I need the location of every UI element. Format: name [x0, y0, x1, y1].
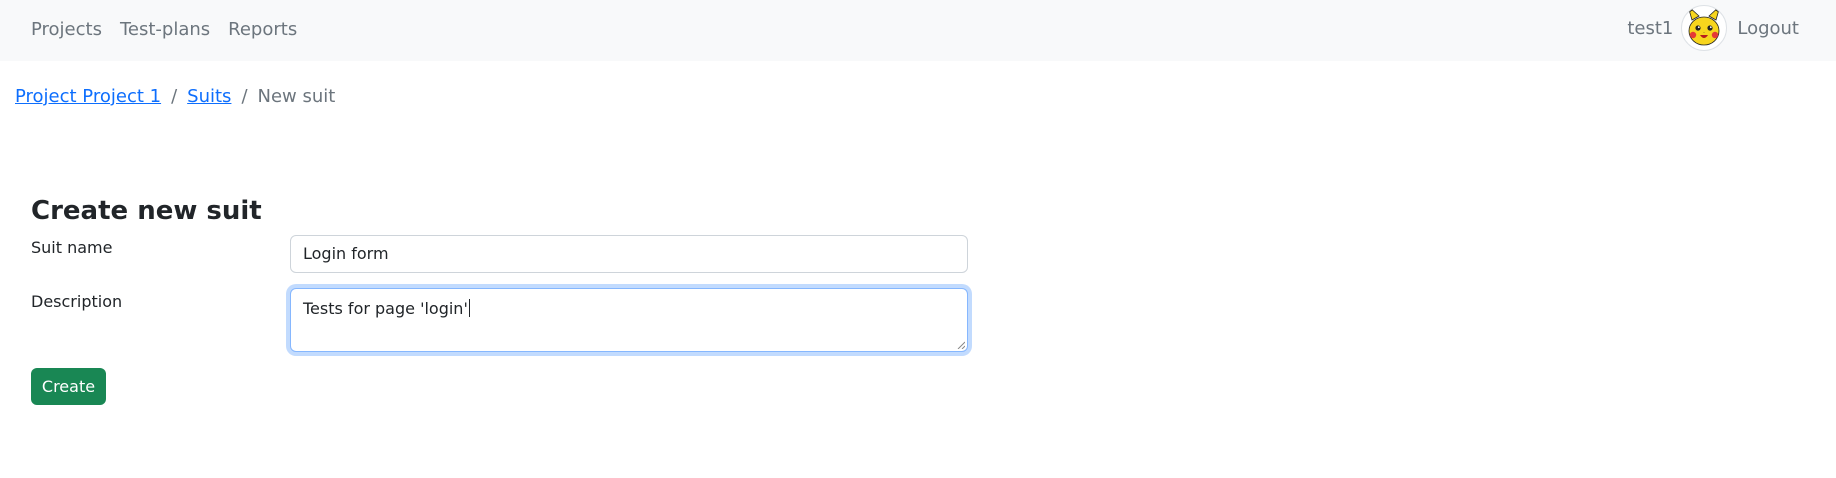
top-navbar: Projects Test-plans Reports test1 Logout: [0, 0, 1836, 61]
nav-link-test-plans[interactable]: Test-plans: [120, 19, 210, 40]
breadcrumb-suits-link[interactable]: Suits: [187, 86, 231, 107]
suit-name-label: Suit name: [31, 238, 113, 257]
breadcrumb-current: New suit: [257, 86, 336, 107]
suit-name-value: Login form: [303, 244, 389, 263]
user-area: test1 Logout: [1627, 0, 1799, 56]
breadcrumb: Project Project 1 / Suits / New suit: [15, 86, 335, 107]
text-caret: [468, 299, 470, 317]
breadcrumb-project-link[interactable]: Project Project 1: [15, 86, 161, 107]
nav-link-reports[interactable]: Reports: [228, 19, 297, 40]
suit-name-input[interactable]: Login form: [290, 235, 968, 273]
resize-grip-icon[interactable]: [957, 341, 965, 349]
page-title: Create new suit: [31, 196, 262, 226]
description-value: Tests for page 'login': [303, 299, 468, 318]
nav-links: Projects Test-plans Reports: [31, 0, 315, 59]
description-label: Description: [31, 292, 123, 311]
breadcrumb-separator: /: [171, 86, 178, 107]
nav-link-projects[interactable]: Projects: [31, 19, 102, 40]
pikachu-avatar-icon[interactable]: [1681, 5, 1728, 51]
logout-link[interactable]: Logout: [1737, 18, 1799, 39]
breadcrumb-separator: /: [241, 86, 248, 107]
username-label: test1: [1627, 17, 1674, 39]
description-textarea[interactable]: Tests for page 'login': [290, 288, 968, 352]
create-button[interactable]: Create: [31, 368, 106, 405]
